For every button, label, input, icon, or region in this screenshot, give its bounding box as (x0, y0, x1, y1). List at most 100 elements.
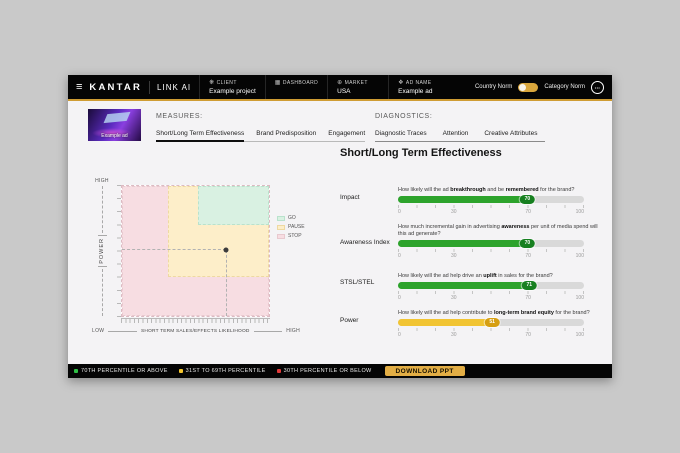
top-bar: ≡ KANTAR LINK AI ❋CLIENT Example project… (68, 75, 612, 101)
metric-question: How much incremental gain in advertising… (398, 224, 600, 238)
x-axis-ticks (121, 318, 270, 323)
red-percentile-dot (277, 369, 281, 373)
percentile-legend-label: 31ST TO 69TH PERCENTILE (186, 368, 266, 374)
tab-engagement[interactable]: Engagement (328, 130, 365, 137)
percentile-legend-red: 30TH PERCENTILE OR BELOW (277, 368, 372, 374)
measures-tabs: Short/Long Term Effectiveness Brand Pred… (156, 130, 365, 142)
ad-name-icon: ❖ (398, 80, 404, 86)
legend-label: PAUSE (288, 224, 305, 230)
header-divider (149, 81, 150, 94)
metric-name-power: Power (340, 317, 396, 324)
menu-icon[interactable]: ≡ (76, 82, 82, 93)
metric-row-awareness-index: How much incremental gain in advertising… (398, 224, 584, 260)
x-axis-low-label: LOW (92, 328, 104, 334)
brand-logo: KANTAR (89, 82, 142, 93)
header-right-cluster: Country Norm Category Norm ••• (475, 81, 612, 94)
point-guide-vertical (226, 250, 227, 316)
metric-name-stsl-stel: STSL/STEL (340, 279, 396, 286)
tab-short-long-term-effectiveness[interactable]: Short/Long Term Effectiveness (156, 130, 244, 137)
scale-tick-label: 70 (525, 295, 531, 301)
score-scale: 03070100 (398, 205, 584, 216)
metric-question: How likely will the ad help drive an upl… (398, 273, 600, 280)
tab-attention[interactable]: Attention (443, 130, 469, 137)
nav-value (275, 88, 318, 95)
y-axis-dash (102, 186, 103, 233)
chart-legend: GO PAUSE STOP (277, 215, 305, 239)
diagnostics-section-label: DIAGNOSTICS: (375, 113, 432, 120)
chart-legend-item-pause: PAUSE (277, 224, 305, 230)
metric-row-impact: How likely will the ad breakthrough and … (398, 187, 584, 216)
score-bar-fill (398, 282, 530, 289)
scale-tick-label: 0 (398, 209, 401, 215)
y-axis-gutter: HIGH POWER (92, 178, 112, 318)
legend-swatch (277, 234, 285, 239)
scale-tick-label: 70 (525, 332, 531, 338)
y-axis-tick (98, 235, 107, 236)
legend-label: GO (288, 215, 296, 221)
nav-value: Example ad (398, 88, 440, 95)
score-bar-fill (398, 319, 493, 326)
quadrant-plot (121, 185, 270, 317)
metric-row-power: How likely will the ad help contribute t… (398, 310, 584, 339)
bottom-bar: 70TH PERCENTILE OR ABOVE 31ST TO 69TH PE… (68, 364, 612, 378)
more-options-icon[interactable]: ••• (591, 81, 604, 94)
y-axis-tick (98, 266, 107, 267)
scale-ticks (398, 249, 584, 252)
point-guide-horizontal (122, 249, 226, 250)
chart-legend-item-stop: STOP (277, 233, 305, 239)
score-value-pill: 70 (520, 195, 535, 204)
yellow-percentile-dot (179, 369, 183, 373)
thumbnail-caption: Example ad (88, 133, 141, 139)
tab-creative-attributes[interactable]: Creative Attributes (484, 130, 537, 137)
percentile-legend-label: 30TH PERCENTILE OR BELOW (284, 368, 372, 374)
nav-item-dashboard[interactable]: ▦DASHBOARD (265, 75, 327, 99)
scale-tick-label: 30 (451, 295, 457, 301)
ad-data-point[interactable] (224, 247, 229, 252)
score-value-pill: 51 (485, 318, 500, 327)
legend-label: STOP (288, 233, 302, 239)
scale-tick-label: 100 (576, 209, 584, 215)
page-title: Short/Long Term Effectiveness (340, 147, 502, 159)
score-bar: 70 (398, 196, 584, 203)
app-window: ≡ KANTAR LINK AI ❋CLIENT Example project… (68, 75, 612, 378)
score-bar: 51 (398, 319, 584, 326)
nav-item-market[interactable]: ⊕MARKET USA (327, 75, 388, 99)
client-icon: ❋ (209, 80, 214, 86)
metric-question: How likely will the ad help contribute t… (398, 310, 600, 317)
scale-tick-label: 100 (576, 253, 584, 259)
tab-diagnostic-traces[interactable]: Diagnostic Traces (375, 130, 427, 137)
scale-tick-label: 30 (451, 209, 457, 215)
chart-legend-item-go: GO (277, 215, 305, 221)
scale-tick-label: 30 (451, 253, 457, 259)
score-bar-fill (398, 196, 528, 203)
nav-label: MARKET (345, 80, 368, 86)
download-ppt-button[interactable]: DOWNLOAD PPT (385, 366, 465, 376)
nav-value: USA (337, 88, 379, 95)
x-axis-row: LOW SHORT TERM SALES/EFFECTS LIKELIHOOD … (92, 328, 300, 334)
toggle-knob (519, 84, 526, 91)
score-value-pill: 71 (522, 281, 537, 290)
ad-thumbnail[interactable]: Example ad (88, 109, 141, 141)
scale-ticks (398, 205, 584, 208)
header-nav: ❋CLIENT Example project ▦DASHBOARD ⊕MARK… (199, 75, 449, 99)
scale-ticks (398, 291, 584, 294)
scale-tick-label: 70 (525, 253, 531, 259)
y-axis-high-label: HIGH (95, 178, 109, 184)
percentile-legend-label: 70TH PERCENTILE OR ABOVE (81, 368, 168, 374)
scale-tick-label: 30 (451, 332, 457, 338)
metric-question: How likely will the ad breakthrough and … (398, 187, 600, 194)
x-axis-label: SHORT TERM SALES/EFFECTS LIKELIHOOD (141, 329, 250, 334)
nav-item-client[interactable]: ❋CLIENT Example project (199, 75, 265, 99)
nav-label: AD NAME (406, 80, 432, 86)
metric-name-awareness-index: Awareness Index (340, 239, 396, 246)
green-percentile-dot (74, 369, 78, 373)
product-name: LINK AI (157, 83, 191, 92)
country-norm-label: Country Norm (475, 84, 512, 90)
thumbnail-art (104, 112, 131, 123)
tab-brand-predisposition[interactable]: Brand Predisposition (256, 130, 316, 137)
score-scale: 03070100 (398, 291, 584, 302)
nav-item-ad-name[interactable]: ❖AD NAME Example ad (388, 75, 449, 99)
diagnostics-tabs: Diagnostic Traces Attention Creative Att… (375, 130, 545, 142)
norm-toggle[interactable] (518, 83, 538, 92)
x-axis-line (108, 331, 137, 332)
